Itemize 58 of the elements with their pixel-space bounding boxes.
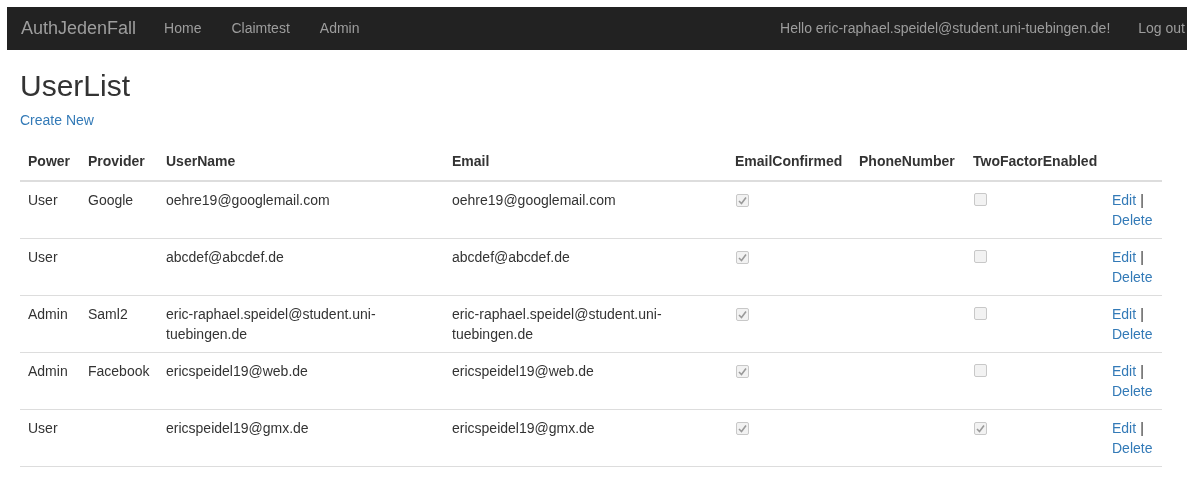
table-cell: ericspeidel19@gmx.de — [166, 420, 309, 436]
delete-link[interactable]: Delete — [1112, 269, 1153, 285]
checkbox[interactable] — [974, 250, 987, 263]
column-header: Provider — [80, 143, 158, 181]
checkbox[interactable] — [736, 365, 749, 378]
table-cell: Admin — [28, 306, 68, 322]
separator: | — [1140, 306, 1144, 322]
table-cell: Google — [88, 192, 134, 208]
table-cell: eric-raphael.speidel@student.uni-tuebingen.de — [166, 306, 376, 342]
table-cell: Facebook — [88, 363, 150, 379]
edit-link[interactable]: Edit — [1112, 363, 1137, 379]
table-cell: Saml2 — [88, 306, 128, 322]
edit-link[interactable]: Edit — [1112, 420, 1137, 436]
table-cell: abcdef@abcdef.de — [452, 249, 570, 265]
create-new-link[interactable]: Create New — [20, 110, 1167, 131]
separator: | — [1140, 249, 1144, 265]
nav-link[interactable]: Claimtest — [231, 18, 290, 39]
separator: | — [1140, 192, 1144, 208]
checkbox[interactable] — [974, 307, 987, 320]
separator: | — [1140, 420, 1144, 436]
table-cell: eric-raphael.speidel@student.uni-tuebingen.de — [452, 306, 662, 342]
edit-link[interactable]: Edit — [1112, 306, 1137, 322]
delete-link[interactable]: Delete — [1112, 326, 1153, 342]
table-cell: ericspeidel19@gmx.de — [452, 420, 595, 436]
checkbox[interactable] — [974, 364, 987, 377]
table-cell: Admin — [28, 363, 68, 379]
checkbox[interactable] — [736, 251, 749, 264]
table-cell: User — [28, 420, 58, 436]
table-cell: oehre19@googlemail.com — [452, 192, 616, 208]
checkbox[interactable] — [736, 422, 749, 435]
edit-link[interactable]: Edit — [1112, 192, 1137, 208]
table-cell: User — [28, 192, 58, 208]
table-cell: User — [28, 249, 58, 265]
checkbox[interactable] — [736, 308, 749, 321]
column-header: UserName — [158, 143, 444, 181]
delete-link[interactable]: Delete — [1112, 383, 1153, 399]
page-heading: UserList — [20, 68, 132, 104]
column-header: PhoneNumber — [851, 143, 965, 181]
checkbox[interactable] — [974, 422, 987, 435]
separator: | — [1140, 363, 1144, 379]
column-header: Email — [444, 143, 727, 181]
column-header: TwoFactorEnabled — [965, 143, 1104, 181]
brand-link[interactable]: AuthJedenFall — [21, 15, 137, 42]
column-header: EmailConfirmed — [727, 143, 851, 181]
nav-link[interactable]: Admin — [319, 18, 360, 39]
nav-link[interactable]: Home — [164, 18, 202, 39]
checkbox[interactable] — [974, 193, 987, 206]
edit-link[interactable]: Edit — [1112, 249, 1137, 265]
table-cell: oehre19@googlemail.com — [166, 192, 330, 208]
table-cell: ericspeidel19@web.de — [166, 363, 308, 379]
checkbox[interactable] — [736, 194, 749, 207]
greeting-link[interactable]: Hello eric-raphael.speidel@student.uni-tuebingen.de! — [780, 18, 1111, 39]
delete-link[interactable]: Delete — [1112, 440, 1153, 456]
logout-link[interactable]: Log out — [1138, 18, 1185, 39]
column-header: Power — [20, 143, 80, 181]
table-cell: ericspeidel19@web.de — [452, 363, 594, 379]
delete-link[interactable]: Delete — [1112, 212, 1153, 228]
table-cell: abcdef@abcdef.de — [166, 249, 284, 265]
